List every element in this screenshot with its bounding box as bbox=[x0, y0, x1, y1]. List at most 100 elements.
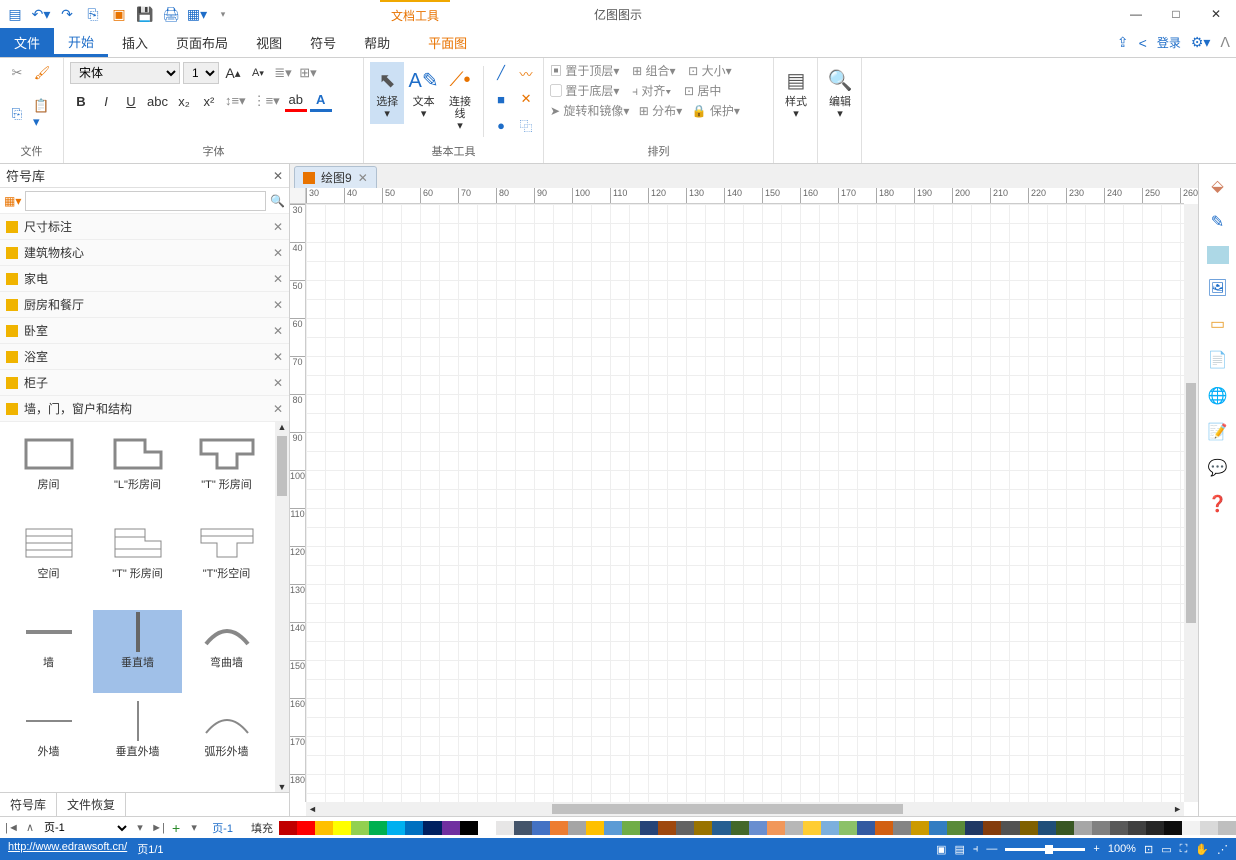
text-tool[interactable]: A✎文本▾ bbox=[406, 62, 440, 124]
text-direction-icon[interactable]: ⊞▾ bbox=[297, 62, 319, 84]
color-swatch[interactable] bbox=[532, 821, 550, 835]
tab-symbol[interactable]: 符号 bbox=[296, 28, 350, 57]
cat-bathroom[interactable]: 浴室✕ bbox=[0, 344, 289, 370]
strikethrough-icon[interactable]: abc bbox=[145, 90, 170, 112]
color-swatch[interactable] bbox=[1001, 821, 1019, 835]
rotate-icon[interactable]: ➤ 旋转和镜像▾ bbox=[550, 102, 629, 119]
color-swatch[interactable] bbox=[423, 821, 441, 835]
protect-icon[interactable]: 🔒 保护▾ bbox=[692, 102, 740, 119]
color-swatch[interactable] bbox=[676, 821, 694, 835]
ruler-horizontal[interactable]: 3040506070809010011012013014015016017018… bbox=[306, 188, 1184, 204]
page-add-icon[interactable]: + bbox=[168, 820, 184, 836]
color-swatch[interactable] bbox=[1218, 821, 1236, 835]
crop-icon[interactable]: ⿻ bbox=[515, 114, 537, 136]
cat-kitchen[interactable]: 厨房和餐厅✕ bbox=[0, 292, 289, 318]
open-icon[interactable]: ▣ bbox=[108, 3, 130, 25]
color-swatch[interactable] bbox=[983, 821, 1001, 835]
shape-curved-wall[interactable]: 弯曲墙 bbox=[182, 610, 271, 693]
search-input[interactable] bbox=[25, 191, 266, 211]
share2-icon[interactable]: < bbox=[1139, 35, 1147, 51]
copy-icon[interactable]: ⎘ bbox=[6, 103, 28, 125]
shape-room[interactable]: 房间 bbox=[4, 432, 93, 515]
paste-icon[interactable]: 📋▾ bbox=[31, 103, 57, 125]
tab-help[interactable]: 帮助 bbox=[350, 28, 404, 57]
cat-close-icon[interactable]: ✕ bbox=[273, 298, 283, 312]
bold-icon[interactable]: B bbox=[70, 90, 92, 112]
redo-icon[interactable]: ↷ bbox=[56, 3, 78, 25]
color-swatch[interactable] bbox=[785, 821, 803, 835]
color-swatch[interactable] bbox=[279, 821, 297, 835]
view-mode3-icon[interactable]: ⫞ bbox=[973, 843, 979, 856]
fit-width-icon[interactable]: ▭ bbox=[1161, 843, 1171, 856]
shape-space[interactable]: 空间 bbox=[4, 521, 93, 604]
color-swatch[interactable] bbox=[1074, 821, 1092, 835]
color-swatch[interactable] bbox=[1182, 821, 1200, 835]
page-select[interactable]: 页-1 bbox=[40, 821, 130, 835]
distribute-icon[interactable]: ⊞ 分布▾ bbox=[639, 102, 682, 119]
cat-close-icon[interactable]: ✕ bbox=[273, 350, 283, 364]
fullscreen-icon[interactable]: ⛶ bbox=[1180, 843, 1188, 856]
shape-arc-ext-wall[interactable]: 弧形外墙 bbox=[182, 699, 271, 782]
color-swatch[interactable] bbox=[550, 821, 568, 835]
cat-appliances[interactable]: 家电✕ bbox=[0, 266, 289, 292]
sidebar-tab-recovery[interactable]: 文件恢复 bbox=[57, 793, 126, 816]
color-swatch[interactable] bbox=[911, 821, 929, 835]
canvas-hscrollbar[interactable]: ◄► bbox=[306, 802, 1184, 816]
comment-icon[interactable]: 💬 bbox=[1204, 456, 1232, 480]
zoom-slider[interactable] bbox=[1005, 848, 1085, 851]
connector-tool[interactable]: ⟋•连接线▾ bbox=[443, 62, 477, 136]
shape-exterior-wall[interactable]: 外墙 bbox=[4, 699, 93, 782]
shape-wall[interactable]: 墙 bbox=[4, 610, 93, 693]
sidebar-tab-library[interactable]: 符号库 bbox=[0, 793, 57, 816]
bring-front-icon[interactable]: ▣ 置于顶层▾ bbox=[550, 62, 619, 79]
color-swatch[interactable] bbox=[622, 821, 640, 835]
globe-icon[interactable]: 🌐 bbox=[1204, 384, 1232, 408]
resize-grip-icon[interactable]: ⋰ bbox=[1217, 843, 1228, 856]
qat-more-icon[interactable]: ▾ bbox=[212, 3, 234, 25]
color-swatch[interactable] bbox=[1020, 821, 1038, 835]
color-swatch[interactable] bbox=[875, 821, 893, 835]
ruler-vertical[interactable]: 3040506070809010011012013014015016017018… bbox=[290, 204, 306, 802]
color-swatch[interactable] bbox=[369, 821, 387, 835]
bullet-list-icon[interactable]: ⋮≡▾ bbox=[251, 90, 282, 112]
page-dropdown-icon[interactable]: ▾ bbox=[132, 821, 148, 834]
group-icon[interactable]: ⊞ 组合▾ bbox=[632, 62, 675, 79]
fit-page-icon[interactable]: ⊡ bbox=[1144, 843, 1153, 856]
color-swatch[interactable] bbox=[460, 821, 478, 835]
shape-vertical-ext-wall[interactable]: 垂直外墙 bbox=[93, 699, 182, 782]
layers-icon[interactable]: ▭ bbox=[1204, 312, 1232, 336]
size-icon[interactable]: ⊡ 大小▾ bbox=[688, 62, 731, 79]
cat-close-icon[interactable]: ✕ bbox=[273, 402, 283, 416]
zoom-in-icon[interactable]: + bbox=[1093, 843, 1099, 855]
style-button[interactable]: ▤样式▾ bbox=[780, 62, 812, 124]
cat-close-icon[interactable]: ✕ bbox=[273, 324, 283, 338]
color-swatch[interactable] bbox=[803, 821, 821, 835]
brush-icon[interactable]: 🖌 bbox=[31, 62, 53, 84]
library-icon[interactable]: ▦▾ bbox=[4, 194, 21, 208]
cat-close-icon[interactable]: ✕ bbox=[273, 272, 283, 286]
color-swatch[interactable] bbox=[749, 821, 767, 835]
font-size-select[interactable]: 10 bbox=[183, 62, 219, 84]
page-icon[interactable]: 📄 bbox=[1204, 348, 1232, 372]
settings-icon[interactable]: ⚙▾ bbox=[1191, 34, 1211, 51]
line-spacing-icon[interactable]: ↕≡▾ bbox=[223, 90, 248, 112]
shape-t-space[interactable]: "T"形空间 bbox=[182, 521, 271, 604]
page-next-icon[interactable]: ►| bbox=[150, 822, 166, 834]
qat-new-icon[interactable]: ▤ bbox=[4, 3, 26, 25]
close-button[interactable]: ✕ bbox=[1196, 0, 1236, 28]
shape-t-room2[interactable]: "T" 形房间 bbox=[93, 521, 182, 604]
italic-icon[interactable]: I bbox=[95, 90, 117, 112]
ellipse-shape-icon[interactable]: ● bbox=[490, 114, 512, 136]
color-swatch[interactable] bbox=[442, 821, 460, 835]
cat-cabinet[interactable]: 柜子✕ bbox=[0, 370, 289, 396]
tab-start[interactable]: 开始 bbox=[54, 28, 108, 57]
color-swatch[interactable] bbox=[387, 821, 405, 835]
color-swatch[interactable] bbox=[965, 821, 983, 835]
color-swatch[interactable] bbox=[333, 821, 351, 835]
cat-walls[interactable]: 墙，门，窗户和结构✕ bbox=[0, 396, 289, 422]
color-swatch[interactable] bbox=[1110, 821, 1128, 835]
color-swatch[interactable] bbox=[405, 821, 423, 835]
sidebar-scrollbar[interactable]: ▲▼ bbox=[275, 422, 289, 792]
status-url[interactable]: http://www.edrawsoft.cn/ bbox=[8, 841, 127, 857]
cat-bedroom[interactable]: 卧室✕ bbox=[0, 318, 289, 344]
